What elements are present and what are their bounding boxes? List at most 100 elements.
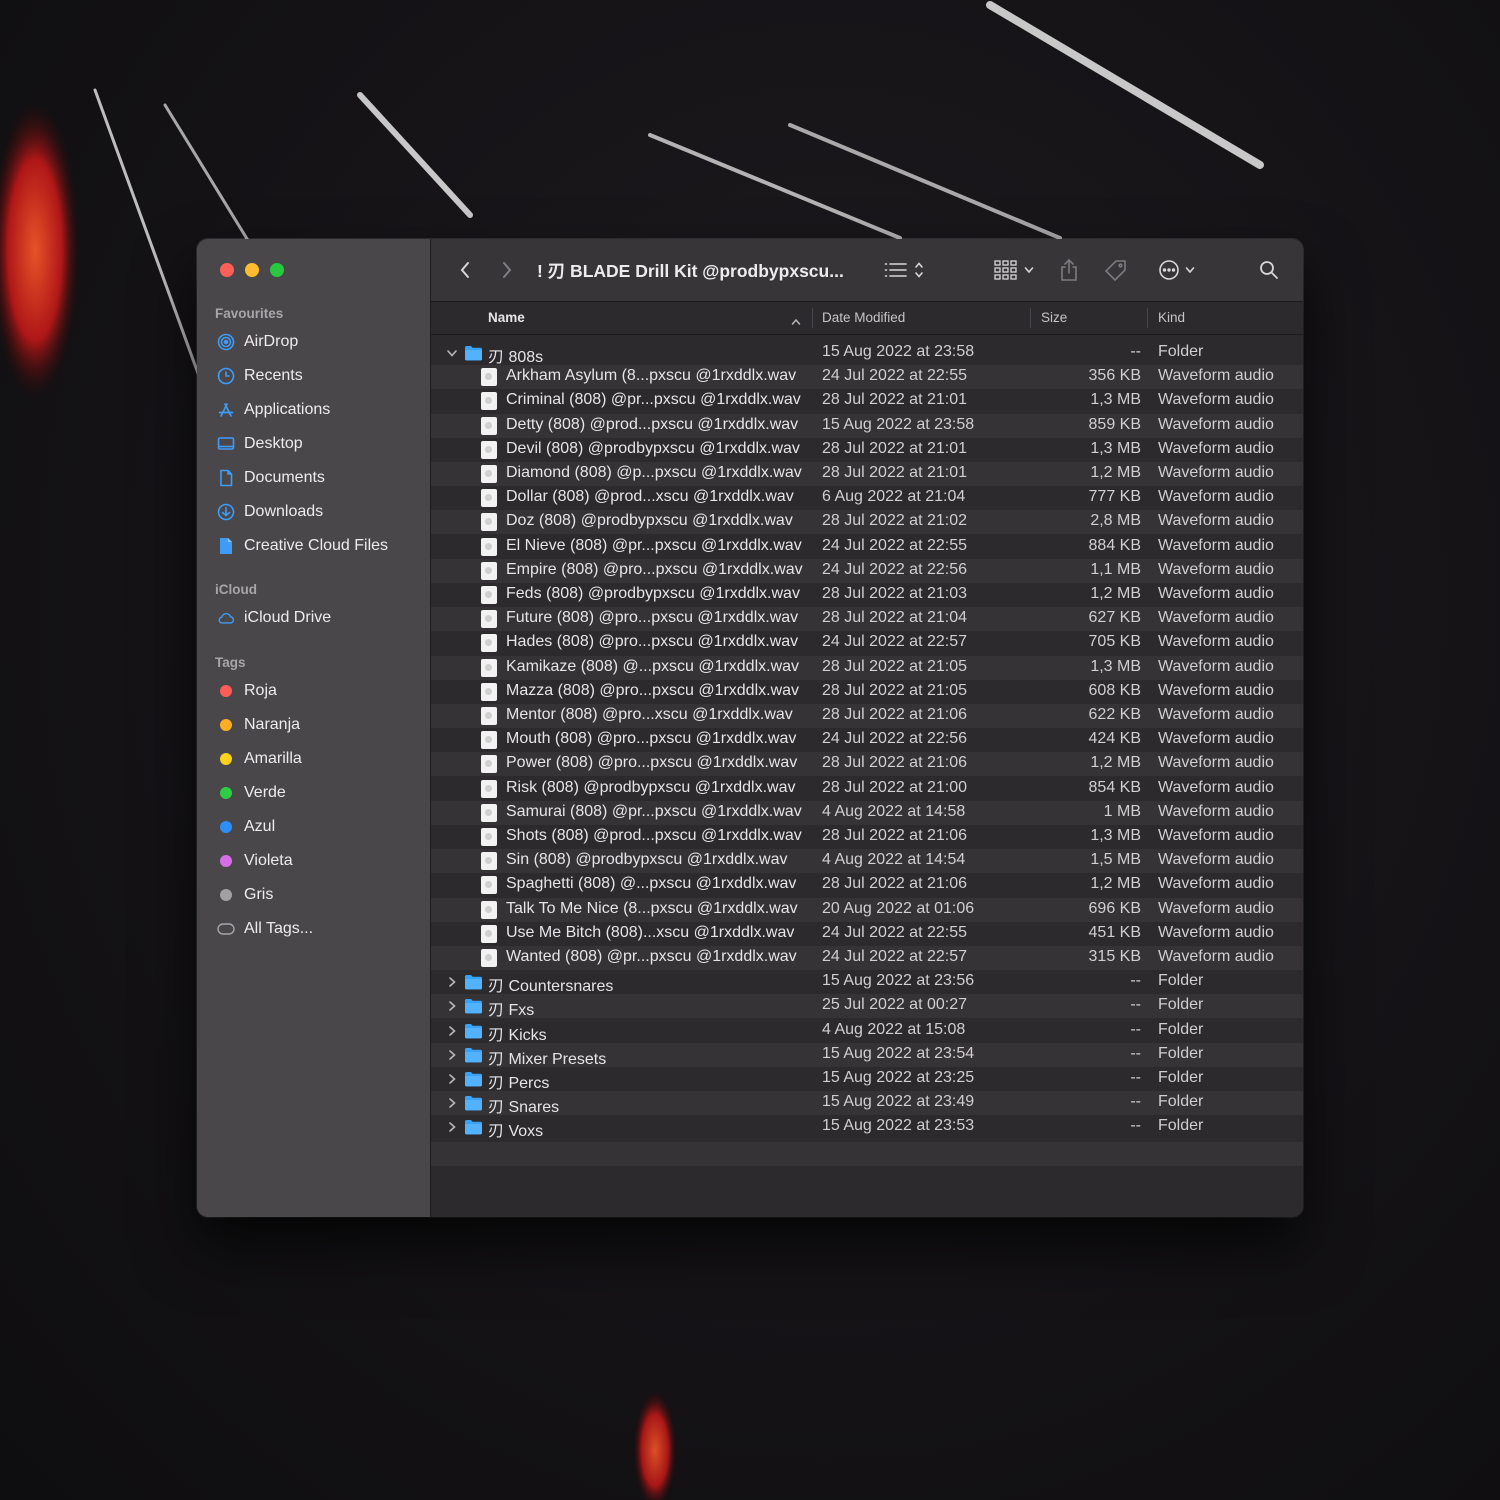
file-kind: Waveform audio: [1158, 585, 1274, 602]
tag-roja[interactable]: Roja: [217, 676, 417, 706]
file-row[interactable]: Power (808) @pro...pxscu @1rxddlx.wav 28 …: [431, 752, 1303, 777]
file-row[interactable]: Diamond (808) @p...pxscu @1rxddlx.wav 28 …: [431, 462, 1303, 486]
column-divider[interactable]: [1147, 308, 1148, 328]
tag-label: Roja: [244, 682, 277, 699]
file-kind: Waveform audio: [1158, 439, 1274, 457]
file-kind: Waveform audio: [1158, 948, 1274, 965]
file-name: El Nieve (808) @pr...pxscu @1rxddlx.wav: [506, 536, 802, 554]
file-row[interactable]: Dollar (808) @prod...xscu @1rxddlx.wav 6 …: [431, 486, 1303, 510]
file-size: 1,1 MB: [1090, 560, 1141, 578]
sidebar-item-recents[interactable]: Recents: [217, 361, 417, 391]
file-name: Devil (808) @prodbypxscu @1rxddlx.wav: [506, 439, 800, 457]
disclosure-collapsed-icon[interactable]: [445, 1096, 459, 1110]
disclosure-collapsed-icon[interactable]: [445, 1072, 459, 1086]
search-button[interactable]: [1257, 258, 1281, 282]
file-row[interactable]: Arkham Asylum (8...pxscu @1rxddlx.wav 24 …: [431, 365, 1303, 390]
file-row[interactable]: Future (808) @pro...pxscu @1rxddlx.wav 28…: [431, 607, 1303, 632]
action-button[interactable]: [1153, 258, 1199, 282]
column-header-name[interactable]: Name: [488, 310, 525, 325]
folder-icon: [465, 1072, 482, 1087]
sidebar-item-documents[interactable]: Documents: [217, 463, 417, 493]
disclosure-collapsed-icon[interactable]: [445, 999, 459, 1013]
folder-row[interactable]: 刃 Percs 15 Aug 2022 at 23:25 -- Folder: [431, 1067, 1303, 1092]
file-row[interactable]: Risk (808) @prodbypxscu @1rxddlx.wav 28 J…: [431, 777, 1303, 801]
sidebar-item-airdrop[interactable]: AirDrop: [217, 327, 417, 357]
file-row[interactable]: El Nieve (808) @pr...pxscu @1rxddlx.wav 2…: [431, 535, 1303, 559]
folder-row[interactable]: 刃 Countersnares 15 Aug 2022 at 23:56 -- Fol…: [431, 970, 1303, 995]
sidebar-item-creative-cloud-files[interactable]: Creative Cloud Files: [217, 531, 417, 561]
tag-amarilla[interactable]: Amarilla: [217, 744, 417, 774]
column-header-date-modified[interactable]: Date Modified: [822, 310, 905, 325]
file-name: Mouth (808) @pro...pxscu @1rxddlx.wav: [506, 730, 797, 748]
file-row[interactable]: Mentor (808) @pro...xscu @1rxddlx.wav 28 …: [431, 704, 1303, 728]
sidebar-item-applications[interactable]: Applications: [217, 395, 417, 425]
file-row[interactable]: Kamikaze (808) @...pxscu @1rxddlx.wav 28 …: [431, 655, 1303, 680]
share-button[interactable]: [1057, 256, 1081, 284]
document-icon: [217, 469, 235, 487]
file-name: Talk To Me Nice (8...pxscu @1rxddlx.wav: [506, 899, 798, 917]
column-divider[interactable]: [1030, 308, 1031, 328]
file-size: 1,3 MB: [1090, 391, 1141, 409]
audio-file-icon: [481, 658, 497, 677]
sidebar-item-desktop[interactable]: Desktop: [217, 429, 417, 459]
file-row[interactable]: Spaghetti (808) @...pxscu @1rxddlx.wav 28…: [431, 873, 1303, 897]
file-row[interactable]: Devil (808) @prodbypxscu @1rxddlx.wav 28 …: [431, 438, 1303, 462]
disclosure-collapsed-icon[interactable]: [445, 1024, 459, 1038]
file-name: Kamikaze (808) @...pxscu @1rxddlx.wav: [506, 657, 800, 675]
tag-naranja[interactable]: Naranja: [217, 710, 417, 740]
forward-button[interactable]: [495, 258, 519, 282]
file-row[interactable]: Samurai (808) @pr...pxscu @1rxddlx.wav 4 …: [431, 800, 1303, 825]
file-row[interactable]: Detty (808) @prod...pxscu @1rxddlx.wav 15…: [431, 413, 1303, 438]
file-row[interactable]: Sin (808) @prodbypxscu @1rxddlx.wav 4 Aug…: [431, 849, 1303, 874]
audio-file-icon: [481, 682, 497, 701]
file-row[interactable]: Hades (808) @pro...pxscu @1rxddlx.wav 24 …: [431, 631, 1303, 655]
disclosure-collapsed-icon[interactable]: [445, 975, 459, 989]
column-header-kind[interactable]: Kind: [1158, 310, 1185, 325]
file-row[interactable]: Mazza (808) @pro...pxscu @1rxddlx.wav 28 …: [431, 680, 1303, 704]
folder-row[interactable]: 刃 808s 15 Aug 2022 at 23:58 -- Folder: [431, 341, 1303, 366]
file-row[interactable]: Mouth (808) @pro...pxscu @1rxddlx.wav 24 …: [431, 728, 1303, 752]
sidebar-item-downloads[interactable]: Downloads: [217, 497, 417, 527]
column-divider[interactable]: [812, 308, 813, 328]
folder-row[interactable]: 刃 Fxs 25 Jul 2022 at 00:27 -- Folder: [431, 994, 1303, 1019]
disclosure-collapsed-icon[interactable]: [445, 1048, 459, 1062]
file-row[interactable]: Empire (808) @pro...pxscu @1rxddlx.wav 24…: [431, 558, 1303, 583]
column-header-size[interactable]: Size: [1041, 310, 1067, 325]
sidebar-item-icloud-drive[interactable]: iCloud Drive: [217, 603, 417, 633]
disclosure-expanded-icon[interactable]: [445, 346, 459, 360]
file-name: Criminal (808) @pr...pxscu @1rxddlx.wav: [506, 391, 801, 409]
folder-row[interactable]: 刃 Snares 15 Aug 2022 at 23:49 -- Folder: [431, 1091, 1303, 1117]
group-button[interactable]: [991, 258, 1037, 282]
file-size: 1,5 MB: [1090, 851, 1141, 869]
close-button[interactable]: [220, 263, 234, 277]
file-row[interactable]: Criminal (808) @pr...pxscu @1rxddlx.wav 2…: [431, 389, 1303, 413]
file-row[interactable]: Talk To Me Nice (8...pxscu @1rxddlx.wav 2…: [431, 897, 1303, 922]
file-row[interactable]: Doz (808) @prodbypxscu @1rxddlx.wav 28 Ju…: [431, 510, 1303, 535]
tag-verde[interactable]: Verde: [217, 778, 417, 808]
sidebar-item-label: Applications: [244, 401, 331, 418]
view-options-button[interactable]: [881, 258, 927, 282]
folder-row[interactable]: 刃 Voxs 15 Aug 2022 at 23:53 -- Folder: [431, 1115, 1303, 1140]
minimize-button[interactable]: [245, 263, 259, 277]
zoom-button[interactable]: [270, 263, 284, 277]
folder-row[interactable]: 刃 Mixer Presets 15 Aug 2022 at 23:54 -- Fol…: [431, 1042, 1303, 1068]
back-button[interactable]: [453, 258, 477, 282]
tag-button[interactable]: [1103, 258, 1129, 284]
file-kind: Waveform audio: [1158, 367, 1274, 385]
file-row[interactable]: Wanted (808) @pr...pxscu @1rxddlx.wav 24 …: [431, 946, 1303, 970]
file-name: Detty (808) @prod...pxscu @1rxddlx.wav: [506, 415, 799, 433]
file-name: Hades (808) @pro...pxscu @1rxddlx.wav: [506, 633, 799, 651]
file-browser: ! 刃 BLADE Drill Kit @prodbypxscu... Name…: [431, 239, 1303, 1217]
file-name: 刃 Snares: [488, 1099, 560, 1117]
file-row[interactable]: Feds (808) @prodbypxscu @1rxddlx.wav 28 J…: [431, 583, 1303, 607]
tag-violeta[interactable]: Violeta: [217, 846, 417, 876]
sidebar-item-all-tags[interactable]: All Tags...: [217, 914, 417, 944]
file-row[interactable]: Use Me Bitch (808)...xscu @1rxddlx.wav 24…: [431, 922, 1303, 946]
file-name: Mentor (808) @pro...xscu @1rxddlx.wav: [506, 706, 793, 723]
tag-gris[interactable]: Gris: [217, 880, 417, 910]
file-row[interactable]: Shots (808) @prod...pxscu @1rxddlx.wav 28…: [431, 825, 1303, 849]
folder-row[interactable]: 刃 Kicks 4 Aug 2022 at 15:08 -- Folder: [431, 1019, 1303, 1044]
file-name: Shots (808) @prod...pxscu @1rxddlx.wav: [506, 827, 802, 844]
tag-azul[interactable]: Azul: [217, 812, 417, 842]
disclosure-collapsed-icon[interactable]: [445, 1120, 459, 1134]
